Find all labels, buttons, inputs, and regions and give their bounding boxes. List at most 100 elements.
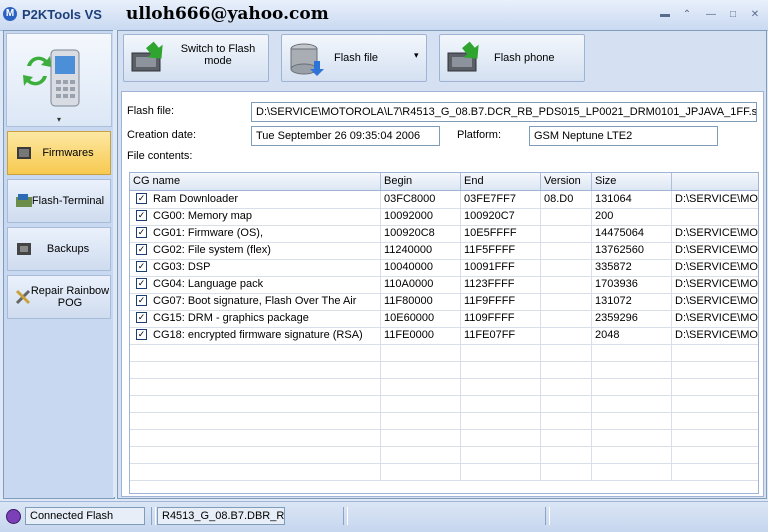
cell-begin: 100920C8 [381,225,461,242]
platform-label: Platform: [457,129,502,141]
cell-name: ✓ CG18: encrypted firmware signature (RSA… [130,327,381,344]
cell-size: 200 [592,208,672,225]
sidebar-item-backups[interactable]: Backups [7,227,111,271]
cell-end [461,361,541,378]
cell-size [592,344,672,361]
cell-end: 1109FFFF [461,310,541,327]
flash-file-field[interactable]: D:\SERVICE\MOTOROLA\L7\R4513_G_08.B7.DCR… [251,102,757,122]
cg-name: Ram Downloader [153,193,238,205]
status-divider [343,507,348,525]
cell-version [541,378,592,395]
column-header-begin[interactable]: Begin [381,173,461,190]
sidebar-item-flash-terminal[interactable]: Flash-Terminal [7,179,111,223]
row-checkbox[interactable]: ✓ [136,244,147,255]
cell-begin [381,429,461,446]
cg-name: CG01: Firmware (OS), [153,227,264,239]
column-header-cg-name[interactable]: CG name [130,173,381,190]
close-icon[interactable]: ✕ [749,9,761,21]
maximize-icon[interactable]: □ [727,9,739,21]
cell-end: 03FE7FF7 [461,191,541,208]
svg-text:▾: ▾ [57,115,61,124]
sidebar-item-label: Flash-Terminal [31,195,105,207]
flash-phone-button[interactable]: Flash phone [439,34,585,82]
table-row[interactable]: ✓ CG15: DRM - graphics package 10E60000 110… [130,310,758,328]
cell-path: D:\SERVICE\MOT [672,225,758,242]
row-checkbox[interactable]: ✓ [136,312,147,323]
connection-status-icon [6,509,21,524]
main-panel: Switch to Flash mode Flash file ▾ Flash … [117,30,767,499]
cell-path [672,395,758,412]
minimize-icon[interactable]: — [705,9,717,21]
chevron-up-icon[interactable]: ⌃ [681,9,693,21]
row-checkbox[interactable]: ✓ [136,278,147,289]
cell-begin [381,361,461,378]
status-divider [545,507,550,525]
cell-name: ✓ CG04: Language pack [130,276,381,293]
cell-version [541,225,592,242]
sidebar-item-firmwares[interactable]: Firmwares [7,131,111,175]
cell-begin: 11F80000 [381,293,461,310]
cell-path [672,463,758,480]
row-checkbox[interactable]: ✓ [136,210,147,221]
cell-path: D:\SERVICE\MOT [672,293,758,310]
cell-end [461,378,541,395]
chip-arrow-icon [131,41,163,72]
table-row[interactable]: ✓ CG04: Language pack 110A0000 1123FFFF 1703… [130,276,758,294]
cell-version [541,310,592,327]
cell-version [541,208,592,225]
empty-row [130,378,758,396]
cell-version [541,446,592,463]
phone-tile[interactable]: ▾ [6,33,112,127]
cell-begin: 110A0000 [381,276,461,293]
empty-row [130,412,758,430]
cell-name [130,378,381,395]
platform-field[interactable]: GSM Neptune LTE2 [529,126,718,146]
table-row[interactable]: ✓ Ram Downloader 03FC8000 03FE7FF7 08.D0 1310… [130,191,758,209]
table-row[interactable]: ✓ CG07: Boot signature, Flash Over The Ai… [130,293,758,311]
cell-end: 11F9FFFF [461,293,541,310]
cell-name: ✓ CG03: DSP [130,259,381,276]
sidebar: ▾ Firmwares Flash-Terminal Backups Repai… [3,30,115,499]
chevron-down-icon[interactable]: ▾ [414,50,419,61]
switch-to-flash-button[interactable]: Switch to Flash mode [123,34,269,82]
cell-path: D:\SERVICE\MOT [672,242,758,259]
cell-version [541,361,592,378]
cell-path [672,344,758,361]
cell-name: ✓ CG15: DRM - graphics package [130,310,381,327]
column-header-size[interactable]: Size [592,173,672,190]
row-checkbox[interactable]: ✓ [136,227,147,238]
row-checkbox[interactable]: ✓ [136,329,147,340]
cell-version [541,344,592,361]
creation-date-field[interactable]: Tue September 26 09:35:04 2006 [251,126,440,146]
row-checkbox[interactable]: ✓ [136,193,147,204]
column-header-path[interactable] [672,173,758,190]
flash-phone-label: Flash phone [494,52,555,64]
table-row[interactable]: ✓ CG03: DSP 10040000 10091FFF 335872 D:\SERVI… [130,259,758,277]
row-checkbox[interactable]: ✓ [136,261,147,272]
empty-row [130,446,758,464]
table-row[interactable]: ✓ CG00: Memory map 10092000 100920C7 200 [130,208,758,226]
table-row[interactable]: ✓ CG01: Firmware (OS), 100920C8 10E5FFFF 144… [130,225,758,243]
cell-version: 08.D0 [541,191,592,208]
sidebar-item-label: Repair Rainbow POG [30,285,110,309]
table-row[interactable]: ✓ CG02: File system (flex) 11240000 11F5FFF… [130,242,758,260]
cell-version [541,429,592,446]
cell-name [130,429,381,446]
flash-file-button[interactable]: Flash file ▾ [281,34,427,82]
cell-version [541,327,592,344]
menu-icon[interactable]: ▬ [659,9,671,21]
column-header-end[interactable]: End [461,173,541,190]
cell-name: ✓ CG07: Boot signature, Flash Over The Ai… [130,293,381,310]
table-row[interactable]: ✓ CG18: encrypted firmware signature (RSA… [130,327,758,345]
sidebar-item-repair[interactable]: Repair Rainbow POG [7,275,111,319]
column-header-version[interactable]: Version [541,173,592,190]
cell-begin [381,378,461,395]
email-watermark: ulloh666@yahoo.com [126,4,329,24]
cell-end [461,429,541,446]
cell-end: 100920C7 [461,208,541,225]
cell-path: D:\SERVICE\MOT [672,259,758,276]
row-checkbox[interactable]: ✓ [136,295,147,306]
flash-file-field-label: Flash file: [127,105,175,117]
flash-file-label: Flash file [334,52,379,64]
cell-begin [381,412,461,429]
